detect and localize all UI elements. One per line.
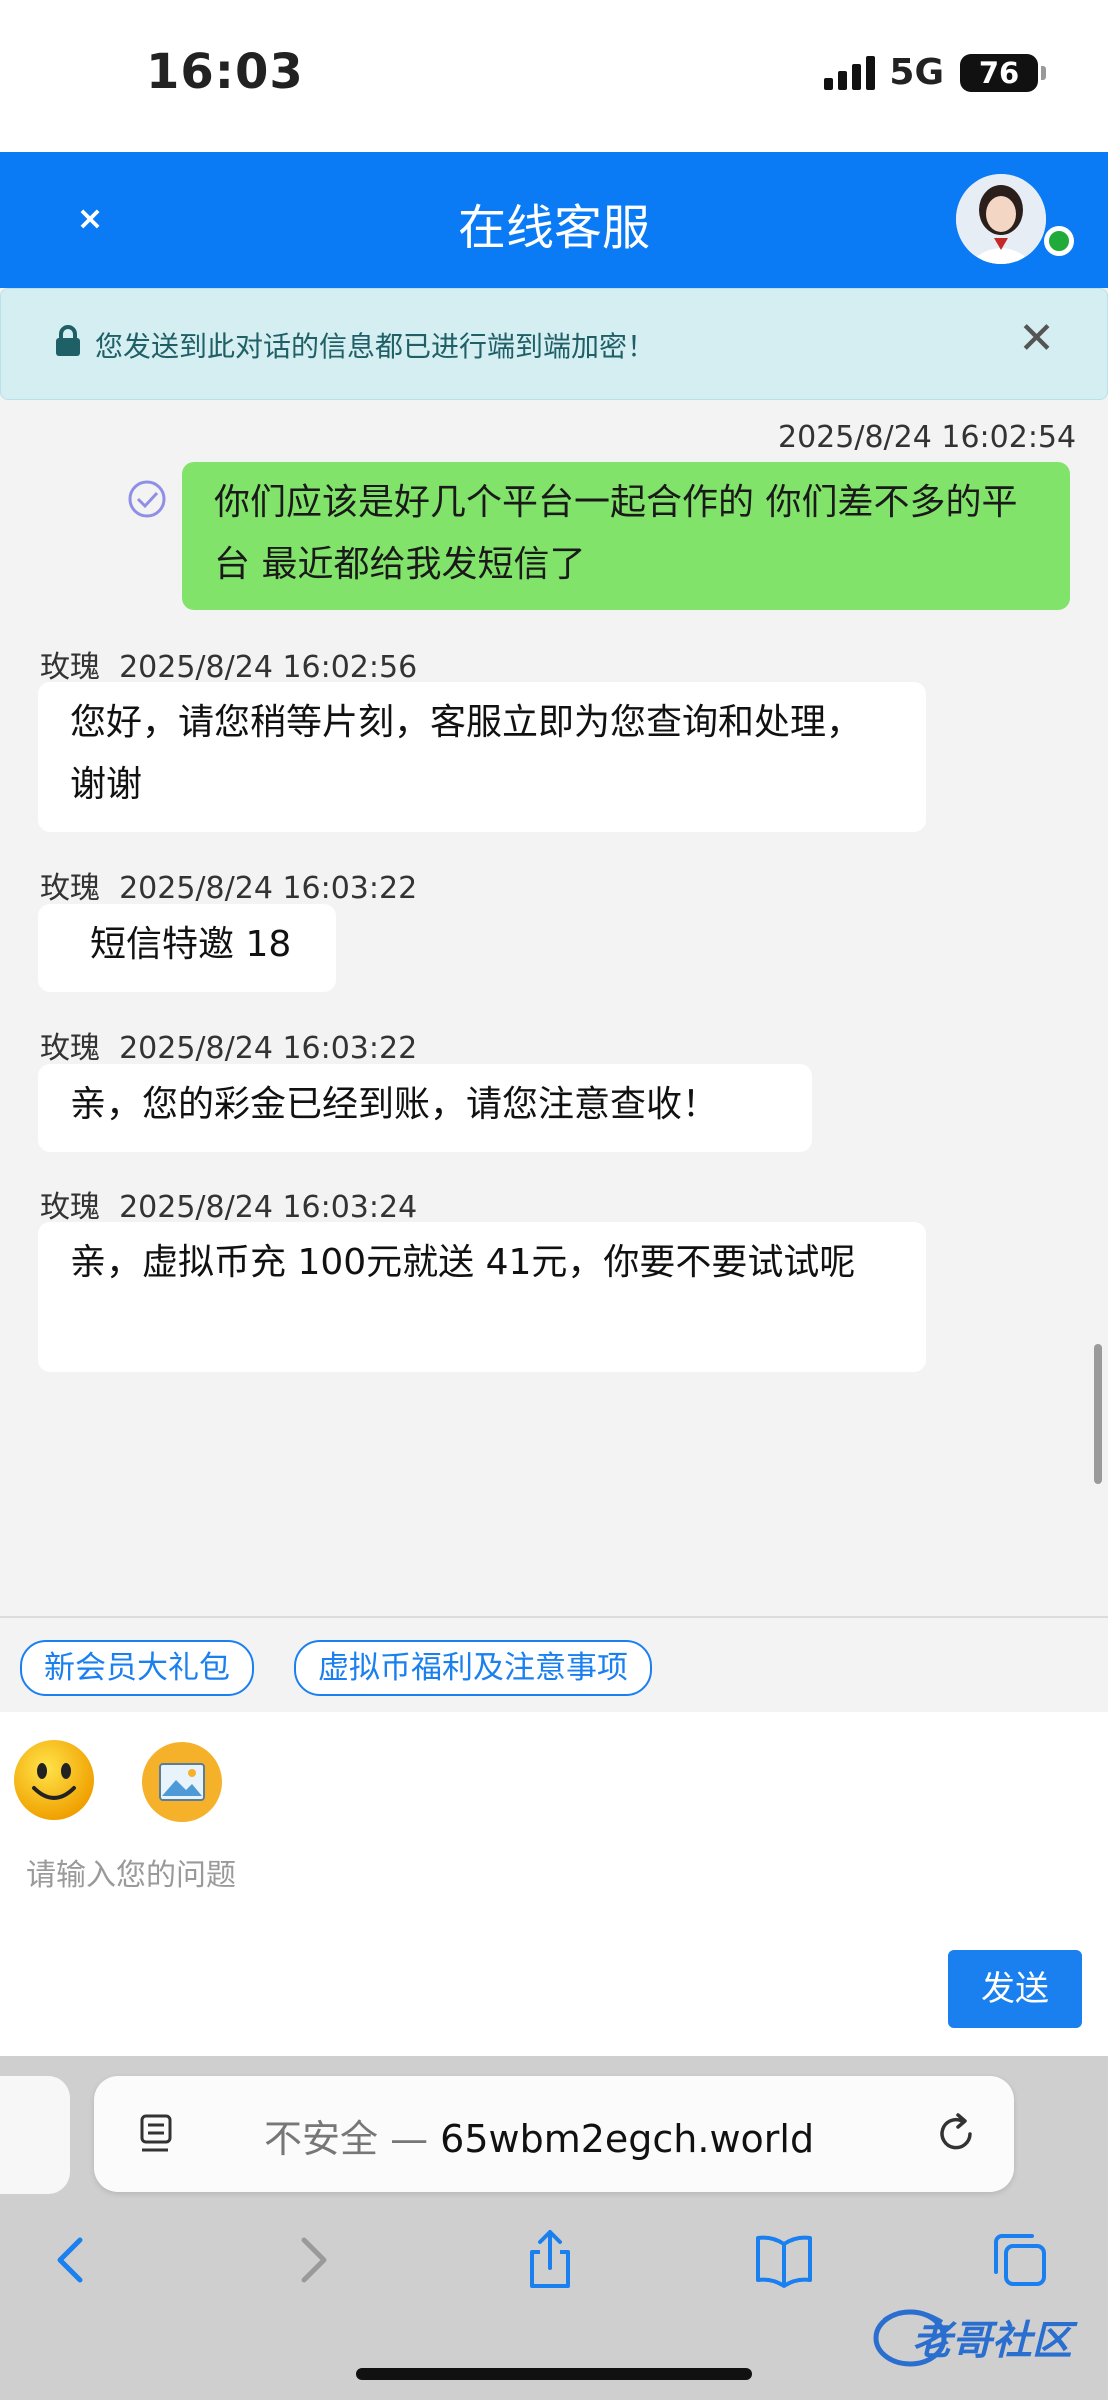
encryption-notice: 您发送到此对话的信息都已进行端到端加密！ ✕ [0, 288, 1108, 400]
lock-icon [56, 325, 80, 356]
url-domain: 65wbm2egch.world [440, 2117, 815, 2161]
cellular-signal-icon [824, 55, 876, 90]
quick-reply-new-member-gift[interactable]: 新会员大礼包 [20, 1640, 254, 1696]
send-button[interactable]: 发送 [948, 1950, 1082, 2028]
encryption-notice-text: 您发送到此对话的信息都已进行端到端加密！ [95, 330, 656, 363]
forward-icon[interactable] [280, 2228, 344, 2292]
page-menu-icon[interactable] [138, 2112, 178, 2158]
image-upload-icon[interactable] [140, 1740, 224, 1824]
message-input[interactable]: 请输入您的问题 [26, 1850, 236, 1894]
battery-level: 76 [978, 55, 1020, 90]
message-timestamp: 2025/8/24 16:03:24 [119, 1190, 418, 1225]
sender-name: 玫瑰 [40, 650, 100, 685]
sender-name: 玫瑰 [40, 1190, 100, 1225]
url-text: 不安全 — 65wbm2egch.world [264, 2108, 814, 2163]
agent-message-bubble: 短信特邀 18 [38, 904, 336, 992]
reload-icon[interactable] [932, 2110, 980, 2158]
back-icon[interactable] [40, 2228, 104, 2292]
message-composer: 请输入您的问题 发送 [0, 1712, 1108, 2056]
sender-name: 玫瑰 [40, 1031, 100, 1066]
sender-name: 玫瑰 [40, 871, 100, 906]
watermark-text: 老哥社区 [912, 2318, 1072, 2364]
home-indicator [356, 2368, 752, 2380]
status-time: 16:03 [146, 44, 304, 100]
tabs-icon[interactable] [988, 2228, 1052, 2292]
network-type: 5G [889, 52, 944, 93]
agent-message-bubble: 亲，您的彩金已经到账，请您注意查收！ [38, 1064, 812, 1152]
notice-close-button[interactable]: ✕ [1018, 313, 1055, 364]
emoji-icon[interactable] [12, 1738, 96, 1822]
message-meta: 玫瑰 2025/8/24 16:03:24 [40, 1182, 417, 1226]
message-timestamp: 2025/8/24 16:03:22 [119, 1031, 418, 1066]
message-meta: 玫瑰 2025/8/24 16:03:22 [40, 1023, 417, 1067]
previous-tab-preview[interactable] [0, 2076, 70, 2194]
message-meta: 玫瑰 2025/8/24 16:02:56 [40, 642, 417, 686]
insecure-label: 不安全 — [264, 2117, 441, 2161]
address-bar[interactable]: 不安全 — 65wbm2egch.world [94, 2076, 1014, 2192]
agent-message-bubble: 亲，虚拟币充 100元就送 41元，你要不要试试呢 [38, 1222, 926, 1372]
user-message-bubble: 你们应该是好几个平台一起合作的 你们差不多的平台 最近都给我发短信了 [182, 462, 1070, 610]
online-status-dot [1044, 226, 1074, 256]
quick-replies: 新会员大礼包 虚拟币福利及注意事项 [0, 1618, 1108, 1714]
message-timestamp: 2025/8/24 16:02:56 [119, 650, 418, 685]
bookmarks-icon[interactable] [752, 2228, 816, 2292]
battery-icon: 76 [960, 53, 1046, 92]
message-meta: 玫瑰 2025/8/24 16:03:22 [40, 863, 417, 907]
status-bar: 16:03 5G 76 [0, 0, 1108, 152]
page-title: 在线客服 [457, 200, 650, 256]
share-icon[interactable] [518, 2228, 582, 2292]
status-indicators: 5G 76 [824, 52, 1046, 93]
chat-scrollbar[interactable] [1094, 1344, 1102, 1484]
quick-reply-crypto-benefits[interactable]: 虚拟币福利及注意事项 [294, 1640, 652, 1696]
message-timestamp: 2025/8/24 16:02:54 [778, 420, 1077, 455]
chat-header: × 在线客服 [0, 152, 1108, 288]
agent-message-bubble: 您好，请您稍等片刻，客服立即为您查询和处理，谢谢 [38, 682, 926, 832]
read-check-icon [128, 480, 166, 518]
message-timestamp: 2025/8/24 16:03:22 [119, 871, 418, 906]
agent-avatar [956, 174, 1046, 264]
